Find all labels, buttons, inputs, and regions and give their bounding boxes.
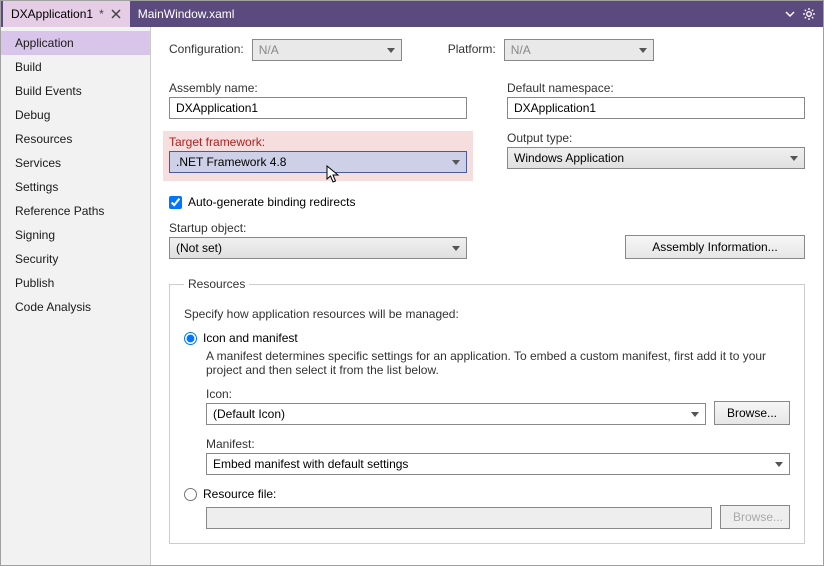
property-page-sidebar: Application Build Build Events Debug Res… bbox=[1, 27, 151, 565]
output-type-combo[interactable]: Windows Application bbox=[507, 147, 805, 169]
chevron-down-icon bbox=[387, 48, 395, 53]
icon-manifest-radio[interactable] bbox=[184, 332, 197, 345]
autogen-binding-label: Auto-generate binding redirects bbox=[188, 195, 355, 209]
startup-object-combo[interactable]: (Not set) bbox=[169, 237, 467, 259]
configuration-label: Configuration: bbox=[169, 42, 244, 56]
startup-object-label: Startup object: bbox=[169, 221, 467, 235]
combo-value: (Default Icon) bbox=[213, 407, 285, 421]
manifest-subdesc: A manifest determines specific settings … bbox=[206, 349, 790, 377]
target-framework-combo[interactable]: .NET Framework 4.8 bbox=[169, 151, 467, 173]
manifest-label: Manifest: bbox=[206, 437, 790, 451]
assembly-name-label: Assembly name: bbox=[169, 81, 467, 95]
tab-dxapplication1[interactable]: DXApplication1 * bbox=[3, 1, 130, 27]
autogen-binding-row[interactable]: Auto-generate binding redirects bbox=[169, 195, 805, 209]
target-framework-highlight: Target framework: .NET Framework 4.8 bbox=[163, 131, 473, 181]
icon-label: Icon: bbox=[206, 387, 706, 401]
browse-resource-button: Browse... bbox=[720, 505, 790, 529]
resource-file-input bbox=[206, 507, 712, 529]
chevron-down-icon bbox=[639, 48, 647, 53]
resources-desc: Specify how application resources will b… bbox=[184, 307, 790, 321]
chevron-down-icon bbox=[790, 156, 798, 161]
autogen-binding-checkbox[interactable] bbox=[169, 196, 182, 209]
assembly-name-input[interactable] bbox=[169, 97, 467, 119]
tab-mainwindow-xaml[interactable]: MainWindow.xaml bbox=[130, 1, 243, 27]
sidebar-item-application[interactable]: Application bbox=[1, 31, 150, 55]
sidebar-item-security[interactable]: Security bbox=[1, 247, 150, 271]
resource-file-label: Resource file: bbox=[203, 487, 276, 501]
resources-legend: Resources bbox=[184, 277, 249, 291]
sidebar-item-build[interactable]: Build bbox=[1, 55, 150, 79]
sidebar-item-debug[interactable]: Debug bbox=[1, 103, 150, 127]
dropdown-icon[interactable] bbox=[785, 9, 795, 19]
close-tab-icon[interactable] bbox=[110, 8, 122, 20]
manifest-combo[interactable]: Embed manifest with default settings bbox=[206, 453, 790, 475]
tab-label: DXApplication1 bbox=[11, 7, 93, 21]
sidebar-item-resources[interactable]: Resources bbox=[1, 127, 150, 151]
combo-value: .NET Framework 4.8 bbox=[176, 155, 286, 169]
default-namespace-input[interactable] bbox=[507, 97, 805, 119]
combo-value: N/A bbox=[511, 43, 531, 57]
chevron-down-icon bbox=[452, 246, 460, 251]
output-type-label: Output type: bbox=[507, 131, 805, 145]
target-framework-label: Target framework: bbox=[169, 135, 467, 149]
sidebar-item-services[interactable]: Services bbox=[1, 151, 150, 175]
sidebar-item-publish[interactable]: Publish bbox=[1, 271, 150, 295]
tab-tools bbox=[777, 1, 823, 27]
gear-icon[interactable] bbox=[803, 8, 815, 20]
platform-label: Platform: bbox=[448, 42, 496, 56]
browse-icon-button[interactable]: Browse... bbox=[714, 401, 790, 425]
resource-file-radio[interactable] bbox=[184, 488, 197, 501]
sidebar-item-signing[interactable]: Signing bbox=[1, 223, 150, 247]
configuration-row: Configuration: N/A Platform: N/A bbox=[169, 39, 805, 61]
tab-label: MainWindow.xaml bbox=[138, 7, 235, 21]
dirty-indicator: * bbox=[99, 7, 104, 21]
platform-combo: N/A bbox=[504, 39, 654, 61]
configuration-combo: N/A bbox=[252, 39, 402, 61]
assembly-information-button[interactable]: Assembly Information... bbox=[625, 235, 805, 259]
sidebar-item-settings[interactable]: Settings bbox=[1, 175, 150, 199]
icon-manifest-label: Icon and manifest bbox=[203, 331, 298, 345]
combo-value: Embed manifest with default settings bbox=[213, 457, 408, 471]
project-properties-window: DXApplication1 * MainWindow.xaml Applica… bbox=[0, 0, 824, 566]
default-namespace-label: Default namespace: bbox=[507, 81, 805, 95]
resources-group: Resources Specify how application resour… bbox=[169, 277, 805, 544]
combo-value: (Not set) bbox=[176, 241, 222, 255]
resource-file-radio-row[interactable]: Resource file: bbox=[184, 487, 790, 501]
document-tab-bar: DXApplication1 * MainWindow.xaml bbox=[1, 1, 823, 27]
sidebar-item-build-events[interactable]: Build Events bbox=[1, 79, 150, 103]
chevron-down-icon bbox=[691, 412, 699, 417]
icon-manifest-radio-row[interactable]: Icon and manifest bbox=[184, 331, 790, 345]
application-page-content: Configuration: N/A Platform: N/A Assembl… bbox=[151, 27, 823, 565]
combo-value: N/A bbox=[259, 43, 279, 57]
sidebar-item-reference-paths[interactable]: Reference Paths bbox=[1, 199, 150, 223]
sidebar-item-code-analysis[interactable]: Code Analysis bbox=[1, 295, 150, 319]
chevron-down-icon bbox=[452, 160, 460, 165]
combo-value: Windows Application bbox=[514, 151, 624, 165]
icon-combo[interactable]: (Default Icon) bbox=[206, 403, 706, 425]
chevron-down-icon bbox=[775, 462, 783, 467]
